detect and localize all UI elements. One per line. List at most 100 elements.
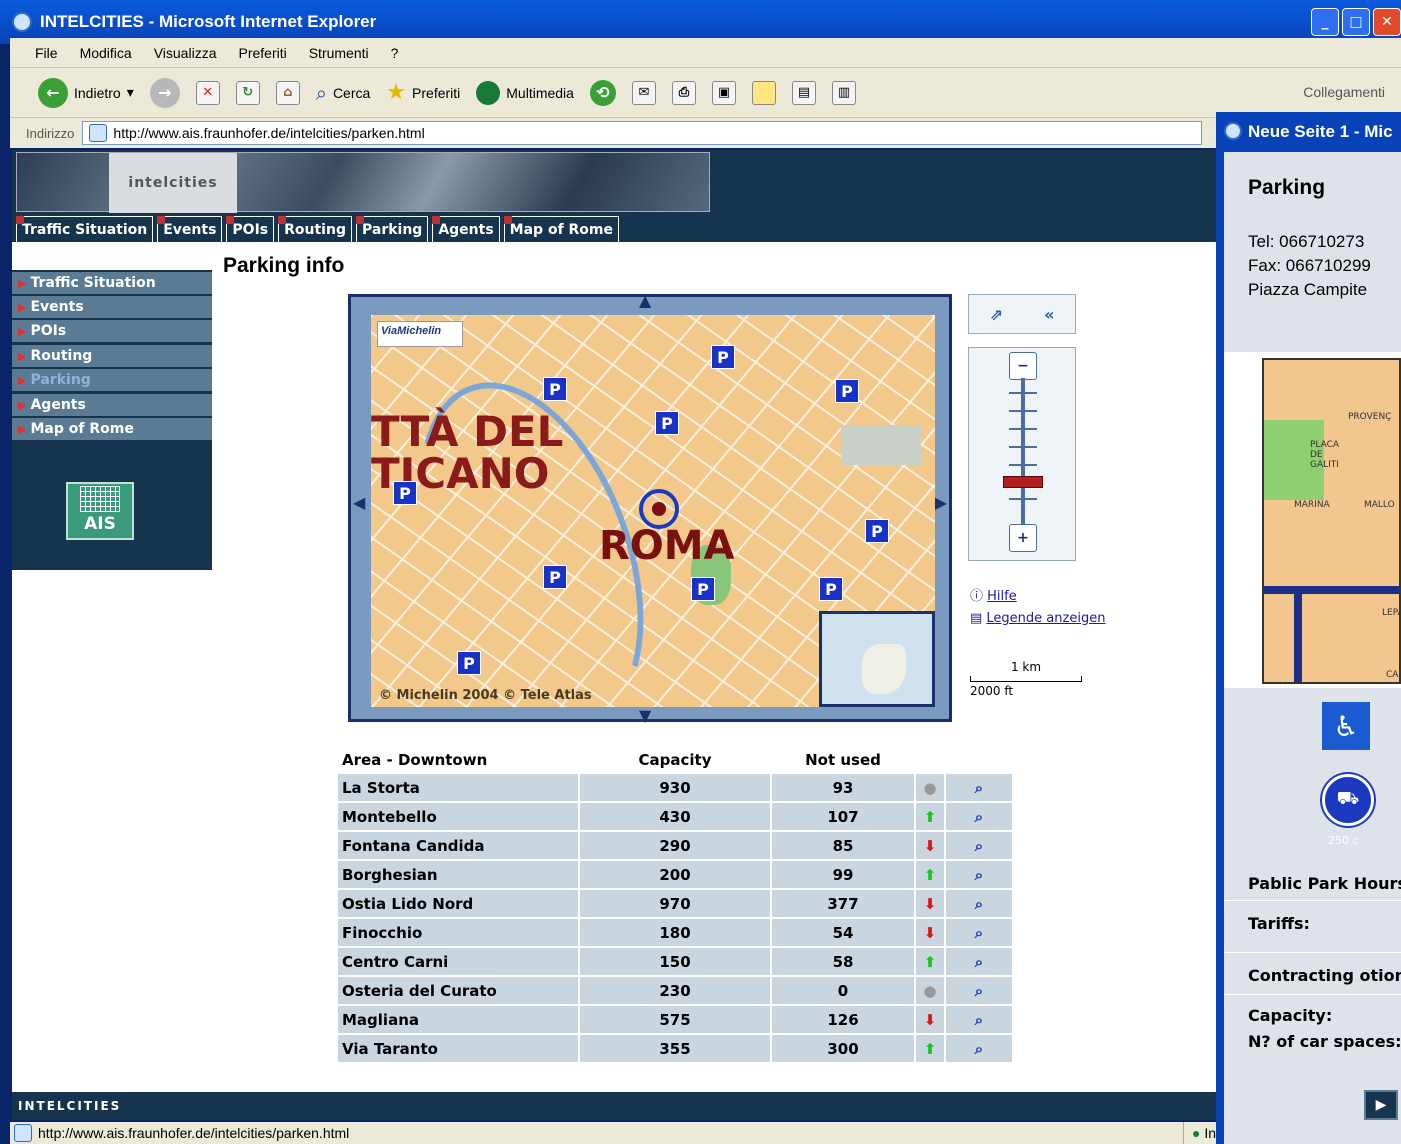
zoom-thumb[interactable] bbox=[1003, 476, 1043, 488]
magnifier-icon[interactable]: ⌕ bbox=[946, 919, 1012, 946]
parking-marker-icon[interactable]: P bbox=[393, 481, 417, 505]
parking-area-name: Fontana Candida bbox=[338, 832, 578, 859]
help-link-text[interactable]: Hilfe bbox=[987, 589, 1017, 604]
back-button[interactable]: ← Indietro ▾ bbox=[38, 77, 134, 108]
menu-modifica[interactable]: Modifica bbox=[80, 45, 132, 61]
ie-icon bbox=[1224, 122, 1242, 140]
parking-marker-icon[interactable]: P bbox=[543, 377, 567, 401]
map-street-label: LEPANT bbox=[1382, 608, 1399, 618]
menu-visualizza[interactable]: Visualizza bbox=[154, 45, 217, 61]
nav-tab-parking[interactable]: Parking bbox=[355, 216, 429, 242]
parking-marker-icon[interactable]: P bbox=[711, 345, 735, 369]
map-canvas[interactable]: ViaMichelin TTÀ DEL TICANO ROMA P P P P … bbox=[371, 315, 935, 707]
map-street-label: MALLO bbox=[1364, 500, 1395, 510]
sidebar-item-events[interactable]: ▶ Events bbox=[12, 296, 212, 318]
header-capacity: Capacity bbox=[638, 751, 712, 769]
home-icon[interactable]: ⌂ bbox=[275, 80, 300, 105]
menu-file[interactable]: File bbox=[35, 45, 58, 61]
refresh-icon[interactable]: ↻ bbox=[235, 80, 260, 105]
magnifier-icon[interactable]: ⌕ bbox=[946, 977, 1012, 1004]
parking-marker-icon[interactable]: P bbox=[543, 565, 567, 589]
pan-north-icon[interactable]: ▲ bbox=[639, 291, 651, 310]
zoom-tick bbox=[1009, 464, 1037, 466]
zoom-rail bbox=[1021, 378, 1025, 528]
parking-capacity: 180 bbox=[580, 919, 770, 946]
popup-address: Piazza Campite bbox=[1248, 280, 1368, 299]
collapse-panel-icon[interactable]: « bbox=[1044, 305, 1054, 324]
ais-logo: AIS bbox=[66, 482, 134, 540]
nav-tab-traffic[interactable]: Traffic Situation bbox=[16, 216, 154, 242]
nav-tab-routing[interactable]: Routing bbox=[278, 216, 352, 242]
messenger-icon[interactable]: ▤ bbox=[791, 80, 816, 105]
search-button[interactable]: ⌕ Cerca bbox=[316, 81, 371, 105]
nav-tab-pois[interactable]: POIs bbox=[226, 216, 275, 242]
address-url: http://www.ais.fraunhofer.de/intelcities… bbox=[113, 125, 425, 141]
table-row: Borghesian 200 99 ⬆ ⌕ bbox=[338, 861, 1012, 888]
parking-area-name: Magliana bbox=[338, 1006, 578, 1033]
zoom-out-icon[interactable]: − bbox=[1009, 352, 1037, 380]
parking-marker-icon[interactable]: P bbox=[865, 519, 889, 543]
multimedia-button[interactable]: Multimedia bbox=[476, 80, 574, 105]
address-input[interactable]: http://www.ais.fraunhofer.de/intelcities… bbox=[82, 121, 1203, 145]
forward-button[interactable]: → bbox=[149, 77, 180, 108]
info-tariffs: Tariffs: bbox=[1248, 914, 1310, 933]
popup-street-map[interactable]: PROVENÇ PLACA DE GALITI MALLO MARINA LEP… bbox=[1262, 358, 1401, 684]
nav-tab-map[interactable]: Map of Rome bbox=[503, 216, 620, 242]
sidebar-item-map[interactable]: ▶ Map of Rome bbox=[12, 418, 212, 440]
magnifier-icon[interactable]: ⌕ bbox=[946, 803, 1012, 830]
sidebar-item-pois[interactable]: ▶ POIs bbox=[12, 320, 212, 342]
zoom-slider[interactable]: − + bbox=[968, 347, 1076, 561]
nav-tab-agents[interactable]: Agents bbox=[432, 216, 500, 242]
magnifier-icon[interactable]: ⌕ bbox=[946, 832, 1012, 859]
pan-south-icon[interactable]: ▼ bbox=[639, 706, 651, 725]
edit-icon[interactable]: ▣ bbox=[711, 80, 736, 105]
stop-icon[interactable]: ✕ bbox=[195, 80, 220, 105]
favorites-button[interactable]: ★ Preferiti bbox=[386, 80, 460, 105]
menu-preferiti[interactable]: Preferiti bbox=[238, 45, 286, 61]
parking-area-name: Finocchio bbox=[338, 919, 578, 946]
parking-marker-icon[interactable]: P bbox=[835, 379, 859, 403]
sidebar-item-parking[interactable]: ▶ Parking bbox=[12, 369, 212, 391]
magnifier-icon[interactable]: ⌕ bbox=[946, 1006, 1012, 1033]
sidebar-item-routing[interactable]: ▶ Routing bbox=[12, 345, 212, 367]
expand-map-icon[interactable]: ⇗ bbox=[990, 305, 1003, 324]
research-icon[interactable]: ▥ bbox=[831, 80, 856, 105]
discuss-icon[interactable] bbox=[751, 80, 776, 105]
popup-titlebar[interactable]: Neue Seite 1 - Mic bbox=[1216, 112, 1401, 152]
magnifier-icon[interactable]: ⌕ bbox=[946, 1035, 1012, 1062]
magnifier-icon[interactable]: ⌕ bbox=[946, 861, 1012, 888]
print-icon[interactable]: ⎙ bbox=[671, 80, 696, 105]
site-banner: intelcities bbox=[12, 150, 1217, 214]
menu-help[interactable]: ? bbox=[391, 45, 399, 61]
next-button[interactable]: ▶ bbox=[1364, 1090, 1398, 1120]
overview-minimap[interactable] bbox=[819, 611, 935, 707]
parking-marker-icon[interactable]: P bbox=[655, 411, 679, 435]
parking-not-used: 58 bbox=[772, 948, 914, 975]
magnifier-icon[interactable]: ⌕ bbox=[946, 948, 1012, 975]
minimize-button[interactable]: _ bbox=[1311, 8, 1339, 36]
mail-icon[interactable]: ✉ bbox=[631, 80, 656, 105]
history-icon[interactable]: ⟲ bbox=[589, 79, 616, 106]
sidebar-item-agents[interactable]: ▶ Agents bbox=[12, 394, 212, 416]
menu-strumenti[interactable]: Strumenti bbox=[309, 45, 369, 61]
magnifier-icon[interactable]: ⌕ bbox=[946, 774, 1012, 801]
legend-link[interactable]: ▤ Legende anzeigen bbox=[970, 608, 1105, 630]
parking-marker-icon[interactable]: P bbox=[691, 577, 715, 601]
close-button[interactable]: ✕ bbox=[1373, 8, 1401, 36]
maximize-button[interactable]: □ bbox=[1342, 8, 1370, 36]
sidebar-item-traffic[interactable]: ▶ Traffic Situation bbox=[12, 272, 212, 294]
parking-marker-icon[interactable]: P bbox=[819, 577, 843, 601]
legend-link-text[interactable]: Legende anzeigen bbox=[986, 611, 1105, 626]
zoom-in-icon[interactable]: + bbox=[1009, 524, 1037, 552]
site-logo: intelcities bbox=[109, 153, 237, 213]
table-row: Ostia Lido Nord 970 377 ⬇ ⌕ bbox=[338, 890, 1012, 917]
links-toolbar[interactable]: Collegamenti bbox=[1303, 84, 1385, 100]
nav-tab-events[interactable]: Events bbox=[157, 216, 223, 242]
magnifier-icon[interactable]: ⌕ bbox=[946, 890, 1012, 917]
help-link[interactable]: ⓘ Hilfe bbox=[970, 586, 1105, 608]
table-row: Osteria del Curato 230 0 ● ⌕ bbox=[338, 977, 1012, 1004]
parking-marker-icon[interactable]: P bbox=[457, 651, 481, 675]
pan-west-icon[interactable]: ◀ bbox=[353, 493, 365, 512]
divider bbox=[1224, 994, 1401, 995]
pan-east-icon[interactable]: ▶ bbox=[935, 493, 947, 512]
